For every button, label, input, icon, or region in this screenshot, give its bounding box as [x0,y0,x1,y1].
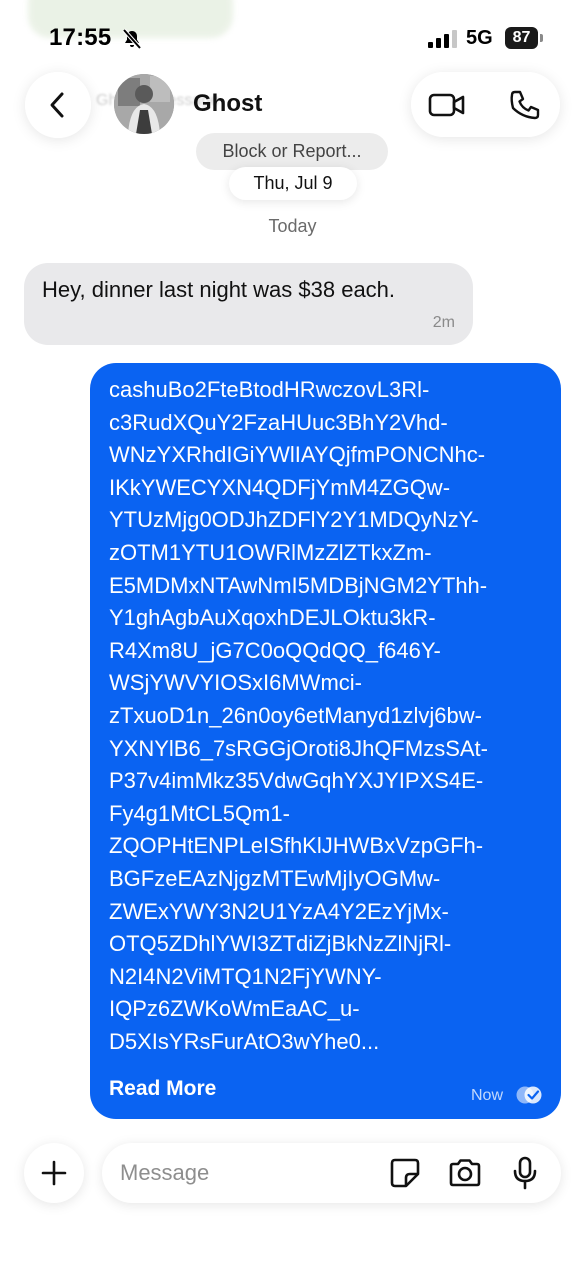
message-line: OTQ5ZDhlYWI3ZTdiZjBkNzZlNjRl- [109,931,452,957]
chevron-left-icon [50,92,64,118]
incoming-message-text: Hey, dinner last night was $38 each. [42,277,396,302]
message-line: YXNYlB6_7sRGGjOroti8JhQFMzsSAt- [109,735,488,761]
message-line: N2I4N2ViMTQ1N2FjYWNY- [109,963,382,989]
read-more-link[interactable]: Read More [109,1077,216,1101]
microphone-icon [513,1156,537,1190]
camera-icon [449,1159,481,1187]
message-line: WSjYWVYIOSxI6MWmci- [109,670,362,696]
plus-icon [41,1160,67,1186]
message-composer [102,1143,561,1203]
double-check-icon [515,1085,543,1110]
sticker-button[interactable] [387,1156,423,1190]
message-line: ZQOPHtENPLeISfhKlJHWBxVzpGFh- [109,833,484,859]
message-line: Y1ghAgbAuXqoxhDEJLOktu3kR- [109,605,436,631]
audio-call-button[interactable] [507,87,543,123]
incoming-message-time: 2m [432,314,455,331]
message-line: zTxuoD1n_26n0oy6etManyd1zlvj6bw- [109,702,482,728]
voice-message-button[interactable] [508,1155,542,1191]
avatar[interactable] [114,74,174,134]
camera-button[interactable] [446,1156,484,1190]
message-line: BGFzeEAzNjgzMTEwMjIyOGMw- [109,865,441,891]
message-line: YTUzMjg0ODJhZDFlY2Y1MDQyNzY- [109,507,479,533]
message-line: E5MDMxNTAwNmI5MDBjNGM2YThh- [109,572,488,598]
back-button[interactable] [25,72,91,138]
message-line: cashuBo2FteBtodHRwczovL3Rl- [109,377,430,402]
message-line: Fy4g1MtCL5Qm1- [109,800,290,826]
sticker-icon [390,1158,420,1188]
status-bar: 17:55 5G 87 [0,0,585,76]
status-time: 17:55 [49,24,112,51]
outgoing-message-time: Now [471,1087,504,1104]
message-line: R4Xm8U_jG7C0oQQdQQ_f646Y- [109,637,441,663]
cellular-signal-icon [428,30,458,53]
incoming-message-bubble[interactable]: Hey, dinner last night was $38 each. 2m [24,263,473,345]
message-line: WNzYXRhdIGiYWlIAYQjfmPONCNhc- [109,442,486,468]
message-line: D5XIsYRsFurAtO3wYhe0... [109,1028,380,1054]
video-call-button[interactable] [427,88,467,122]
chat-screen: Ghost's message 17:55 5G 87 [0,0,585,1266]
message-line: P37v4imMkz35VdwGqhYXJYIPXS4E- [109,768,484,794]
contact-name[interactable]: Ghost [193,90,262,118]
phone-icon [510,90,540,120]
add-attachment-button[interactable] [24,1143,84,1203]
message-line: zOTM1YTU1OWRlMzZlZTkxZm- [109,539,432,565]
message-line: ZWExYWY3N2U1YzA4Y2EzYjMx- [109,898,449,924]
battery-icon: 87 [505,27,538,49]
message-line: IKkYWECYXN4QDFjYmM4ZGQw- [109,474,451,500]
battery-tip [540,34,543,42]
outgoing-message-bubble[interactable]: cashuBo2FteBtodHRwczovL3Rl- c3RudXQuY2Fz… [90,363,561,1119]
video-camera-icon [428,93,465,117]
day-divider: Today [268,216,317,236]
date-label: Thu, Jul 9 [229,167,357,200]
message-line: IQPz6ZWKoWmEaAC_u- [109,996,360,1022]
network-type: 5G [466,27,493,49]
message-input[interactable] [120,1157,380,1189]
outgoing-message-text: cashuBo2FteBtodHRwczovL3Rl- c3RudXQuY2Fz… [109,374,488,1058]
bell-slash-icon [121,28,143,55]
message-line: c3RudXQuY2FzaHUuc3BhY2Vhd- [109,409,448,435]
block-report-button[interactable]: Block or Report... [196,133,388,170]
call-actions [411,72,560,137]
